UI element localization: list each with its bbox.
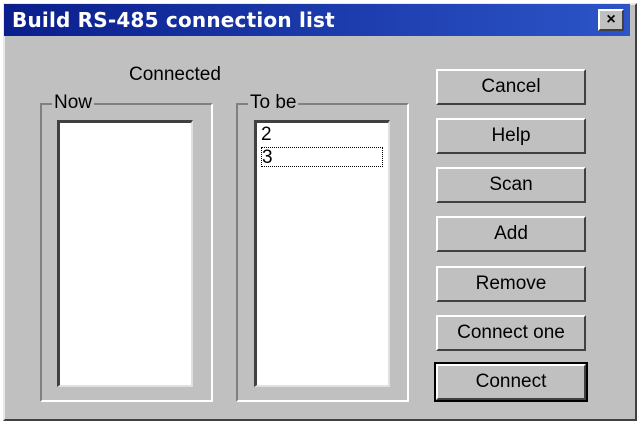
title-bar[interactable]: Build RS-485 connection list ×: [4, 4, 630, 36]
close-icon: ×: [606, 11, 616, 28]
group-to-be-legend: To be: [248, 92, 299, 114]
connected-label: Connected: [129, 64, 221, 85]
cancel-button[interactable]: Cancel: [436, 69, 586, 105]
to-be-listbox[interactable]: 2 3: [254, 120, 390, 387]
remove-button[interactable]: Remove: [436, 266, 586, 302]
group-now-legend: Now: [52, 92, 95, 114]
help-button[interactable]: Help: [436, 118, 586, 154]
add-button[interactable]: Add: [436, 216, 586, 252]
close-button[interactable]: ×: [598, 9, 624, 31]
window-title: Build RS-485 connection list: [12, 8, 335, 32]
list-item[interactable]: 3: [261, 147, 383, 168]
list-item[interactable]: 2: [261, 125, 272, 145]
now-listbox[interactable]: [57, 120, 193, 387]
connect-button[interactable]: Connect: [434, 362, 588, 402]
scan-button[interactable]: Scan: [436, 167, 586, 203]
connect-one-button[interactable]: Connect one: [436, 315, 586, 351]
